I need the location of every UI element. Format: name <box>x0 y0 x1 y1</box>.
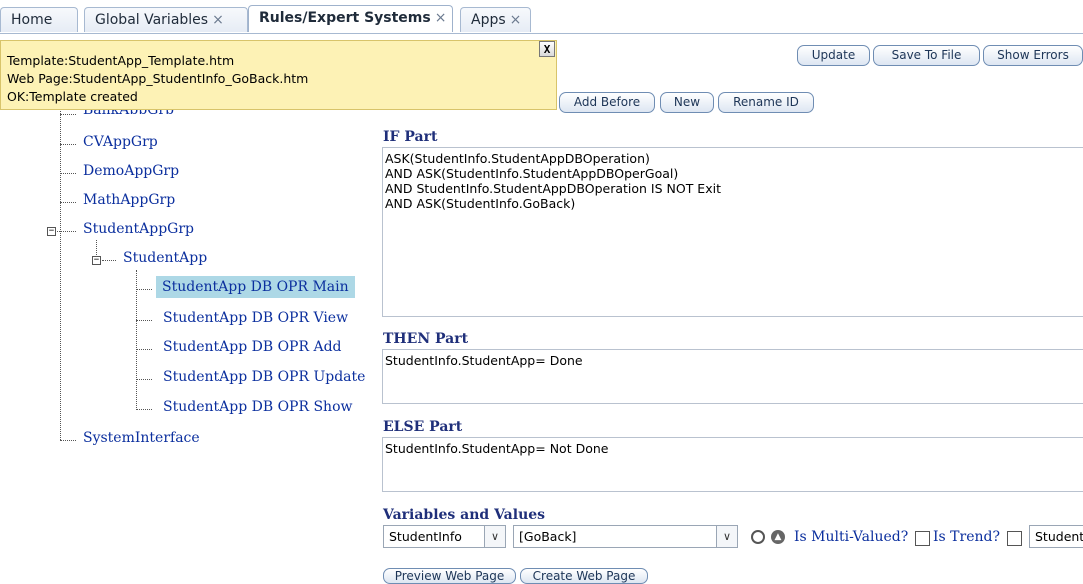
is-trend-checkbox[interactable] <box>1007 531 1022 546</box>
tree-line <box>136 270 137 410</box>
tree-node-rule[interactable]: StudentApp DB OPR Add <box>163 339 342 355</box>
variable-select[interactable]: [GoBack] ∨ <box>513 525 738 548</box>
add-before-button[interactable]: Add Before <box>559 92 655 113</box>
object-select[interactable]: StudentInfo ∨ <box>383 525 506 548</box>
tree-line <box>136 320 152 321</box>
tree-line <box>60 104 61 440</box>
tree-node-rule-selected[interactable]: StudentApp DB OPR Main <box>156 276 355 298</box>
collapse-icon[interactable]: − <box>47 227 56 236</box>
tree-node-demoappgrp[interactable]: DemoAppGrp <box>83 163 179 179</box>
refresh-icon[interactable] <box>751 530 765 544</box>
message-line: OK:Template created <box>7 89 138 104</box>
tab-label: Apps <box>471 12 506 28</box>
code-line: AND ASK(StudentInfo.StudentAppDBOperGoal… <box>385 166 679 181</box>
else-part-editor[interactable]: StudentInfo.StudentApp= Not Done <box>382 437 1083 492</box>
update-button[interactable]: Update <box>797 45 870 66</box>
variables-heading: Variables and Values <box>383 507 546 523</box>
tree-line <box>136 289 152 290</box>
show-errors-button[interactable]: Show Errors <box>983 45 1083 66</box>
close-message-button[interactable]: X <box>539 41 555 57</box>
tab-label: Global Variables <box>95 12 209 28</box>
tree-line <box>96 240 97 255</box>
tab-label: Home <box>11 12 53 28</box>
close-icon[interactable]: × <box>435 10 447 26</box>
value-field-text: Student <box>1035 529 1083 544</box>
then-part-heading: THEN Part <box>383 331 469 347</box>
tree-line <box>60 440 76 441</box>
tree-line <box>136 409 152 410</box>
tab-bar: Home Global Variables × Rules/Expert Syst… <box>0 0 1083 34</box>
move-up-icon[interactable]: ▲ <box>771 530 785 544</box>
tree-line <box>102 260 116 261</box>
new-button[interactable]: New <box>660 92 714 113</box>
code-line: StudentInfo.StudentApp= Not Done <box>385 441 609 456</box>
tree-node-systeminterface[interactable]: SystemInterface <box>83 430 200 446</box>
multi-valued-checkbox[interactable] <box>915 531 930 546</box>
tree-line <box>136 349 152 350</box>
then-part-editor[interactable]: StudentInfo.StudentApp= Done <box>382 349 1083 404</box>
message-line: Template:StudentApp_Template.htm <box>7 53 235 68</box>
status-message-box: Template:StudentApp_Template.htm Web Pag… <box>0 40 557 110</box>
if-part-heading: IF Part <box>383 129 438 145</box>
tree-line <box>60 202 76 203</box>
tree-line <box>60 173 76 174</box>
collapse-icon[interactable]: − <box>92 256 101 265</box>
if-part-editor[interactable]: ASK(StudentInfo.StudentAppDBOperation) A… <box>382 147 1083 317</box>
variable-select-value: [GoBack] <box>519 529 577 544</box>
tab-divider <box>0 33 1083 34</box>
tab-global-variables[interactable]: Global Variables × <box>84 7 248 32</box>
tree-node-mathappgrp[interactable]: MathAppGrp <box>83 192 175 208</box>
tab-label: Rules/Expert Systems <box>259 10 431 26</box>
tab-rules-expert-systems[interactable]: Rules/Expert Systems × <box>248 5 453 32</box>
tree-line <box>136 379 152 380</box>
tree-line <box>60 144 76 145</box>
message-line: Web Page:StudentApp_StudentInfo_GoBack.h… <box>7 71 309 86</box>
tab-home[interactable]: Home <box>0 7 78 32</box>
code-line: AND ASK(StudentInfo.GoBack) <box>385 196 576 211</box>
multi-valued-label: Is Multi-Valued? <box>794 529 909 545</box>
else-part-heading: ELSE Part <box>383 419 463 435</box>
close-icon[interactable]: × <box>212 12 224 28</box>
tree-line <box>57 231 76 232</box>
chevron-down-icon: ∨ <box>716 526 737 547</box>
is-trend-label: Is Trend? <box>933 529 1000 545</box>
rename-id-button[interactable]: Rename ID <box>718 92 814 113</box>
tree-node-studentapp[interactable]: StudentApp <box>123 250 207 266</box>
tree-node-rule[interactable]: StudentApp DB OPR View <box>163 310 348 326</box>
object-select-value: StudentInfo <box>389 529 462 544</box>
tab-apps[interactable]: Apps × <box>460 7 531 32</box>
code-line: StudentInfo.StudentApp= Done <box>385 353 583 368</box>
close-icon[interactable]: × <box>510 12 522 28</box>
code-line: ASK(StudentInfo.StudentAppDBOperation) <box>385 151 650 166</box>
tree-line <box>60 114 76 115</box>
value-field[interactable]: Student <box>1029 525 1083 548</box>
code-line: AND StudentInfo.StudentAppDBOperation IS… <box>385 181 721 196</box>
save-to-file-button[interactable]: Save To File <box>873 45 980 66</box>
tree-node-studentappgrp[interactable]: StudentAppGrp <box>83 221 194 237</box>
tree-node-cvappgrp[interactable]: CVAppGrp <box>83 134 158 150</box>
tree-node-rule[interactable]: StudentApp DB OPR Show <box>163 399 352 415</box>
chevron-down-icon: ∨ <box>484 526 505 547</box>
tree-node-rule[interactable]: StudentApp DB OPR Update <box>163 369 365 385</box>
